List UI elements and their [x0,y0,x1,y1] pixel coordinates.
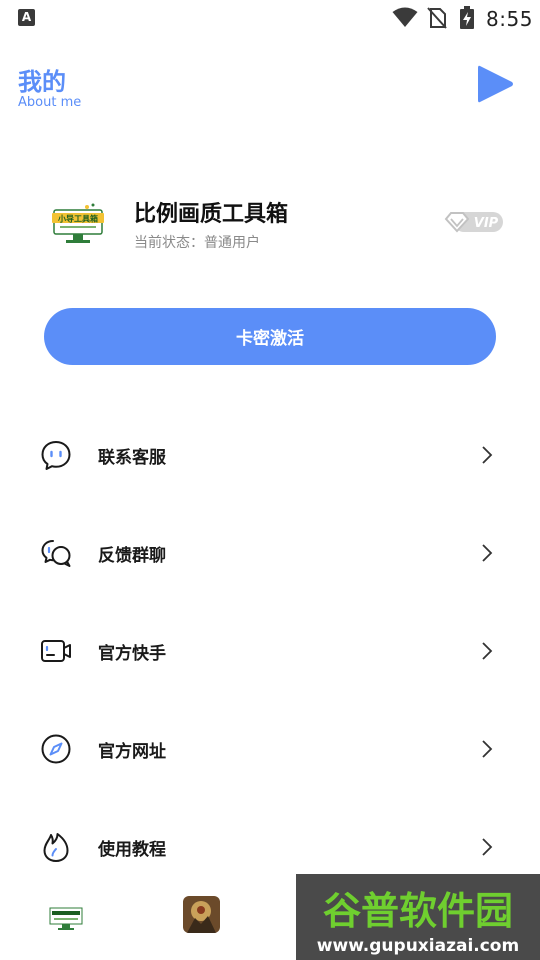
chevron-right-icon [482,838,493,856]
svg-text:VIP: VIP [474,216,499,231]
page-title: 我的 [18,68,66,96]
clock: 8:55 [486,7,533,31]
group-chat-icon [41,540,71,567]
wifi-icon [392,7,418,27]
play-button[interactable] [474,63,516,105]
menu-item-label: 使用教程 [98,840,166,860]
menu-item-official-kuaishou[interactable]: 官方快手 [0,616,540,686]
no-sim-icon [427,7,447,29]
status-bar: A 8:55 [0,0,540,36]
menu-item-contact-support[interactable]: 联系客服 [0,420,540,490]
svg-text:小导工具箱: 小导工具箱 [57,214,98,224]
notification-a-icon: A [18,9,35,26]
vip-badge: VIP [444,212,503,233]
menu-item-label: 官方快手 [98,644,166,664]
chat-bubble-icon [41,441,71,470]
menu-item-label: 联系客服 [98,448,166,468]
menu-item-feedback-group[interactable]: 反馈群聊 [0,518,540,588]
svg-text:www.gupuxiazai.com: www.gupuxiazai.com [317,936,519,956]
compass-icon [41,734,71,764]
video-camera-icon [41,640,71,662]
svg-text:谷普软件园: 谷普软件园 [323,889,513,933]
menu-item-label: 反馈群聊 [98,546,166,566]
menu-item-official-website[interactable]: 官方网址 [0,714,540,784]
battery-charging-icon [460,6,474,29]
watermark-logo: 谷普软件园 www.gupuxiazai.com [296,874,540,960]
activate-card-button[interactable]: 卡密激活 [44,308,496,365]
chevron-right-icon [482,740,493,758]
flame-icon [43,833,69,862]
menu-item-tutorial[interactable]: 使用教程 [0,812,540,882]
app-thumbnail [49,907,83,930]
user-status: 当前状态：普通用户 [134,235,260,251]
menu-item-label: 官方网址 [98,742,166,762]
chevron-right-icon [482,446,493,464]
chevron-right-icon [482,642,493,660]
chevron-right-icon [482,544,493,562]
page-subtitle: About me [18,95,82,110]
game-thumbnail [183,896,220,933]
avatar: 小导工具箱 [52,203,104,243]
app-name: 比例画质工具箱 [134,202,289,227]
